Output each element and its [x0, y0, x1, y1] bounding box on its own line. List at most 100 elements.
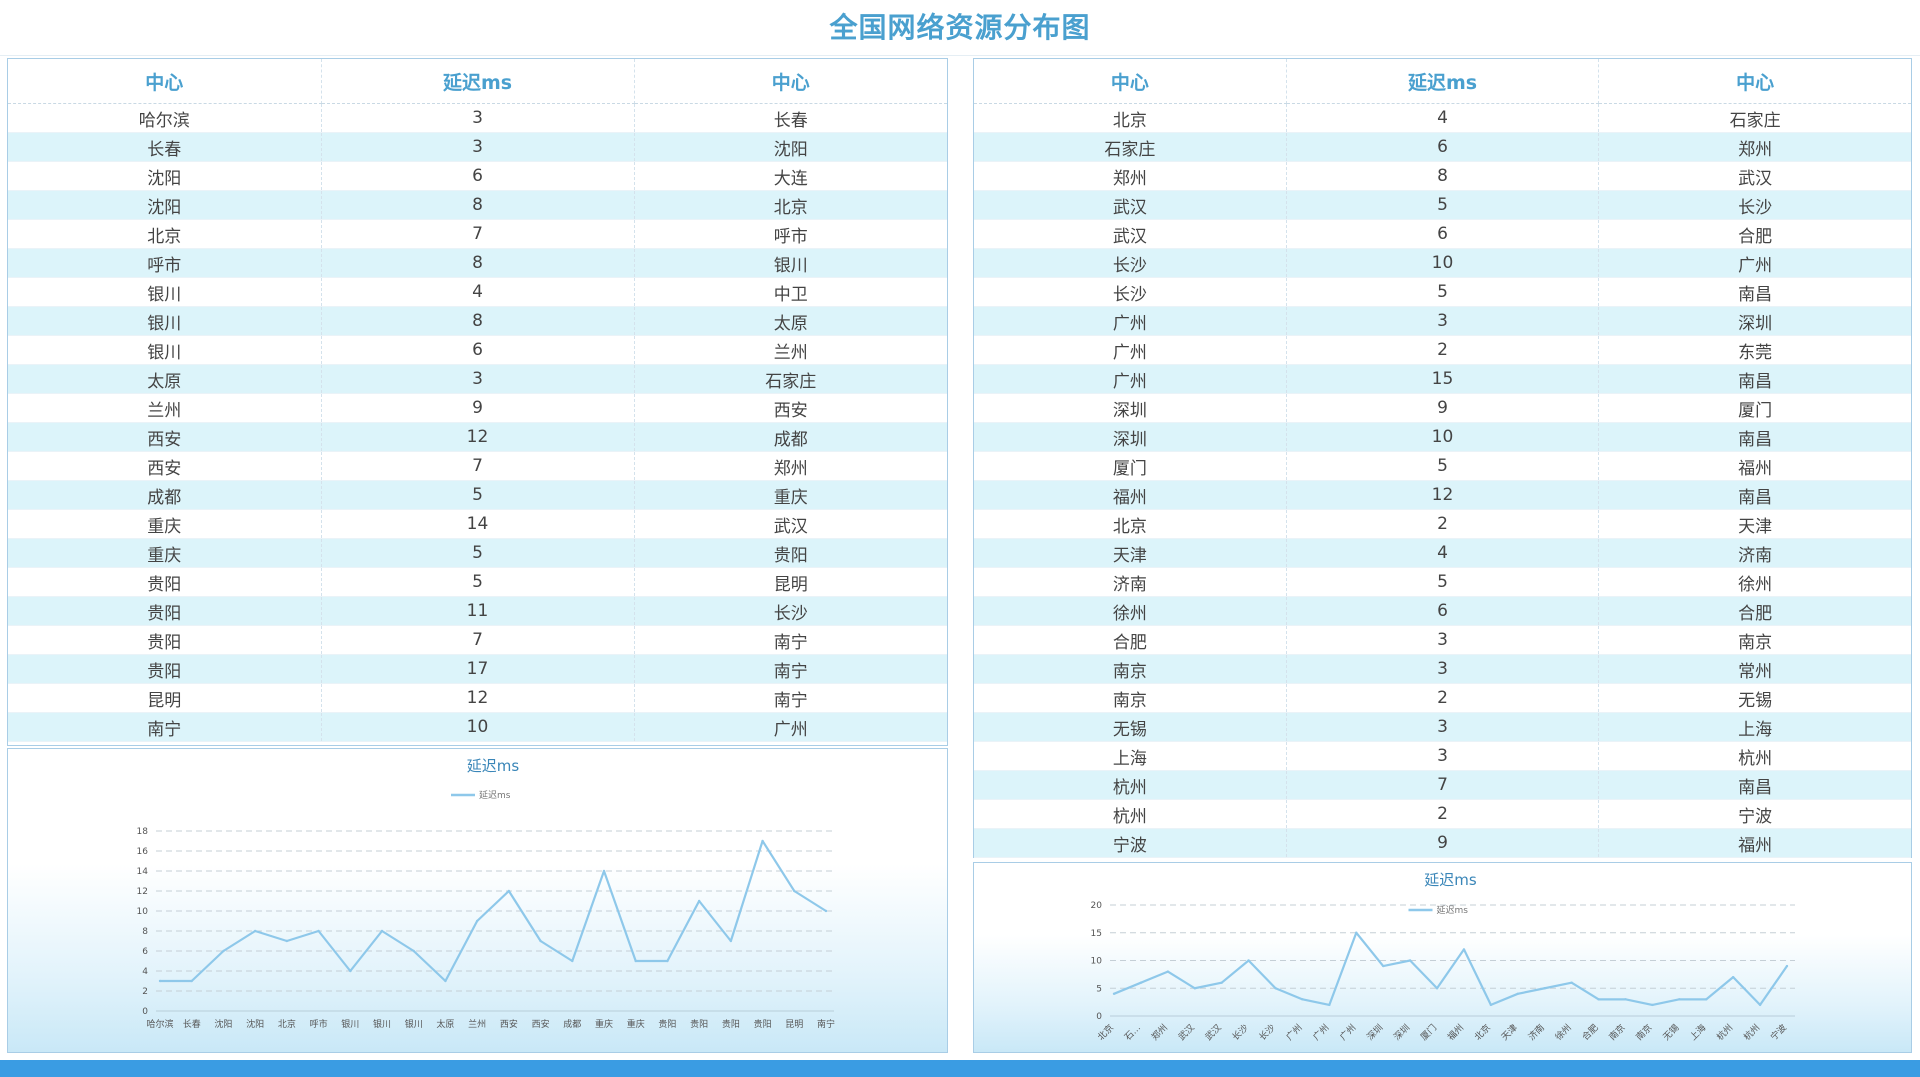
target-center-cell: 杭州 [1598, 741, 1911, 771]
x-tick-label: 西安 [532, 1018, 550, 1030]
target-center-cell: 重庆 [634, 480, 947, 510]
data-point [761, 839, 764, 843]
x-tick-label: 南京 [1633, 1022, 1654, 1043]
data-point [285, 939, 289, 943]
data-point [222, 949, 225, 953]
table-row: 兰州 9 西安 [8, 393, 947, 423]
table-row: 南京 3 常州 [974, 654, 1911, 684]
data-point [634, 959, 637, 963]
table-row: 武汉 5 长沙 [974, 190, 1911, 220]
latency-cell: 10 [1286, 422, 1600, 452]
chart-title: 延迟ms [1424, 871, 1477, 889]
x-tick-label: 武汉 [1176, 1022, 1197, 1043]
x-tick-label: 福州 [1445, 1022, 1466, 1043]
target-center-cell: 西安 [634, 393, 947, 423]
table-row: 厦门 5 福州 [974, 451, 1911, 481]
source-center-cell: 徐州 [974, 596, 1287, 626]
source-center-cell: 武汉 [974, 190, 1287, 220]
x-tick-label: 南宁 [817, 1018, 835, 1030]
data-point [1274, 987, 1277, 990]
data-point [729, 939, 733, 943]
data-point [1705, 998, 1708, 1001]
latency-cell: 4 [1286, 538, 1600, 568]
table-row: 福州 12 南昌 [974, 480, 1911, 510]
right-latency-line-chart: 延迟ms延迟ms05101520北京 石… 郑州 武汉 武汉 长沙 长沙 广州 广州 广州 深圳 深圳… [1091, 871, 1795, 1043]
data-point [1543, 987, 1546, 990]
latency-cell: 3 [321, 103, 635, 133]
x-tick-label: 北京 [278, 1018, 296, 1030]
latency-cell: 11 [321, 596, 635, 626]
latency-cell: 8 [321, 306, 635, 336]
source-center-cell: 昆明 [8, 683, 322, 713]
data-point [380, 929, 384, 933]
source-center-cell: 西安 [8, 451, 322, 481]
source-center-cell: 武汉 [974, 219, 1287, 249]
target-center-cell: 南京 [1598, 625, 1911, 655]
source-center-cell: 重庆 [8, 538, 322, 568]
y-tick-label: 16 [137, 847, 149, 857]
x-tick-label: 长沙 [1256, 1022, 1277, 1043]
target-center-cell: 南宁 [634, 683, 947, 713]
table-row: 广州 2 东莞 [974, 335, 1911, 365]
target-center-cell: 太原 [634, 306, 947, 336]
y-tick-label: 18 [137, 827, 149, 837]
data-point [1758, 1003, 1762, 1007]
data-point [190, 979, 193, 983]
table-row: 上海 3 杭州 [974, 741, 1911, 771]
x-tick-label: 杭州 [1741, 1022, 1762, 1043]
x-tick-label: 广州 [1283, 1022, 1304, 1043]
latency-cell: 3 [1286, 625, 1600, 655]
table-row: 沈阳 6 大连 [8, 161, 947, 191]
latency-cell: 10 [321, 712, 635, 742]
y-tick-label: 5 [1096, 984, 1102, 994]
target-center-cell: 徐州 [1598, 567, 1911, 597]
x-tick-label: 天津 [1499, 1022, 1520, 1043]
table-row: 北京 2 天津 [974, 509, 1911, 539]
target-center-cell: 银川 [634, 248, 947, 278]
y-tick-label: 8 [142, 927, 148, 937]
latency-cell: 3 [1286, 306, 1600, 336]
source-center-cell: 南京 [974, 683, 1287, 713]
table-row: 长沙 10 广州 [974, 248, 1911, 278]
data-point [1382, 964, 1385, 968]
x-tick-label: 济南 [1526, 1022, 1547, 1043]
latency-cell: 5 [1286, 190, 1600, 220]
x-tick-label: 银川 [341, 1018, 359, 1030]
table-row: 沈阳 8 北京 [8, 190, 947, 220]
table-row: 广州 3 深圳 [974, 306, 1911, 336]
x-tick-label: 南京 [1606, 1022, 1627, 1043]
source-center-cell: 上海 [974, 741, 1287, 771]
x-tick-label: 呼市 [310, 1018, 328, 1030]
table-row: 深圳 9 厦门 [974, 393, 1911, 423]
x-tick-label: 上海 [1687, 1022, 1708, 1043]
source-center-cell: 广州 [974, 364, 1287, 394]
table-row: 贵阳 5 昆明 [8, 567, 947, 597]
latency-cell: 5 [1286, 567, 1600, 597]
data-point [571, 959, 574, 963]
left-table-panel: 中心 延迟ms 中心 哈尔滨 3 长春 长春 3 沈阳 沈阳 6 大连 沈阳 8 北京 北京 7 呼市 呼市 8… [7, 58, 948, 746]
target-center-cell: 东莞 [1598, 335, 1911, 365]
x-tick-label: 西安 [500, 1018, 518, 1030]
data-point [1597, 998, 1600, 1001]
target-center-cell: 天津 [1598, 509, 1911, 539]
source-center-cell: 银川 [8, 306, 322, 336]
latency-cell: 7 [1286, 770, 1600, 800]
data-point [412, 949, 415, 953]
data-point [1462, 948, 1466, 951]
x-tick-label: 成都 [563, 1018, 581, 1030]
table-row: 贵阳 11 长沙 [8, 596, 947, 626]
right-latency-table: 中心 延迟ms 中心 北京 4 石家庄 石家庄 6 郑州 郑州 8 武汉 武汉 5 长沙 武汉 6 合肥 长沙… [974, 59, 1911, 858]
latency-cell: 2 [1286, 509, 1600, 539]
latency-cell: 2 [1286, 683, 1600, 713]
y-tick-label: 0 [142, 1007, 148, 1017]
latency-cell: 7 [321, 451, 635, 481]
x-tick-label: 北京 [1095, 1022, 1116, 1043]
target-center-cell: 武汉 [1598, 161, 1911, 191]
table-row: 徐州 6 合肥 [974, 596, 1911, 626]
data-point [1731, 975, 1735, 979]
x-tick-label: 合肥 [1579, 1022, 1600, 1043]
target-center-cell: 呼市 [634, 219, 947, 249]
table-row: 重庆 14 武汉 [8, 509, 947, 539]
source-center-cell: 合肥 [974, 625, 1287, 655]
table-row: 西安 12 成都 [8, 422, 947, 452]
